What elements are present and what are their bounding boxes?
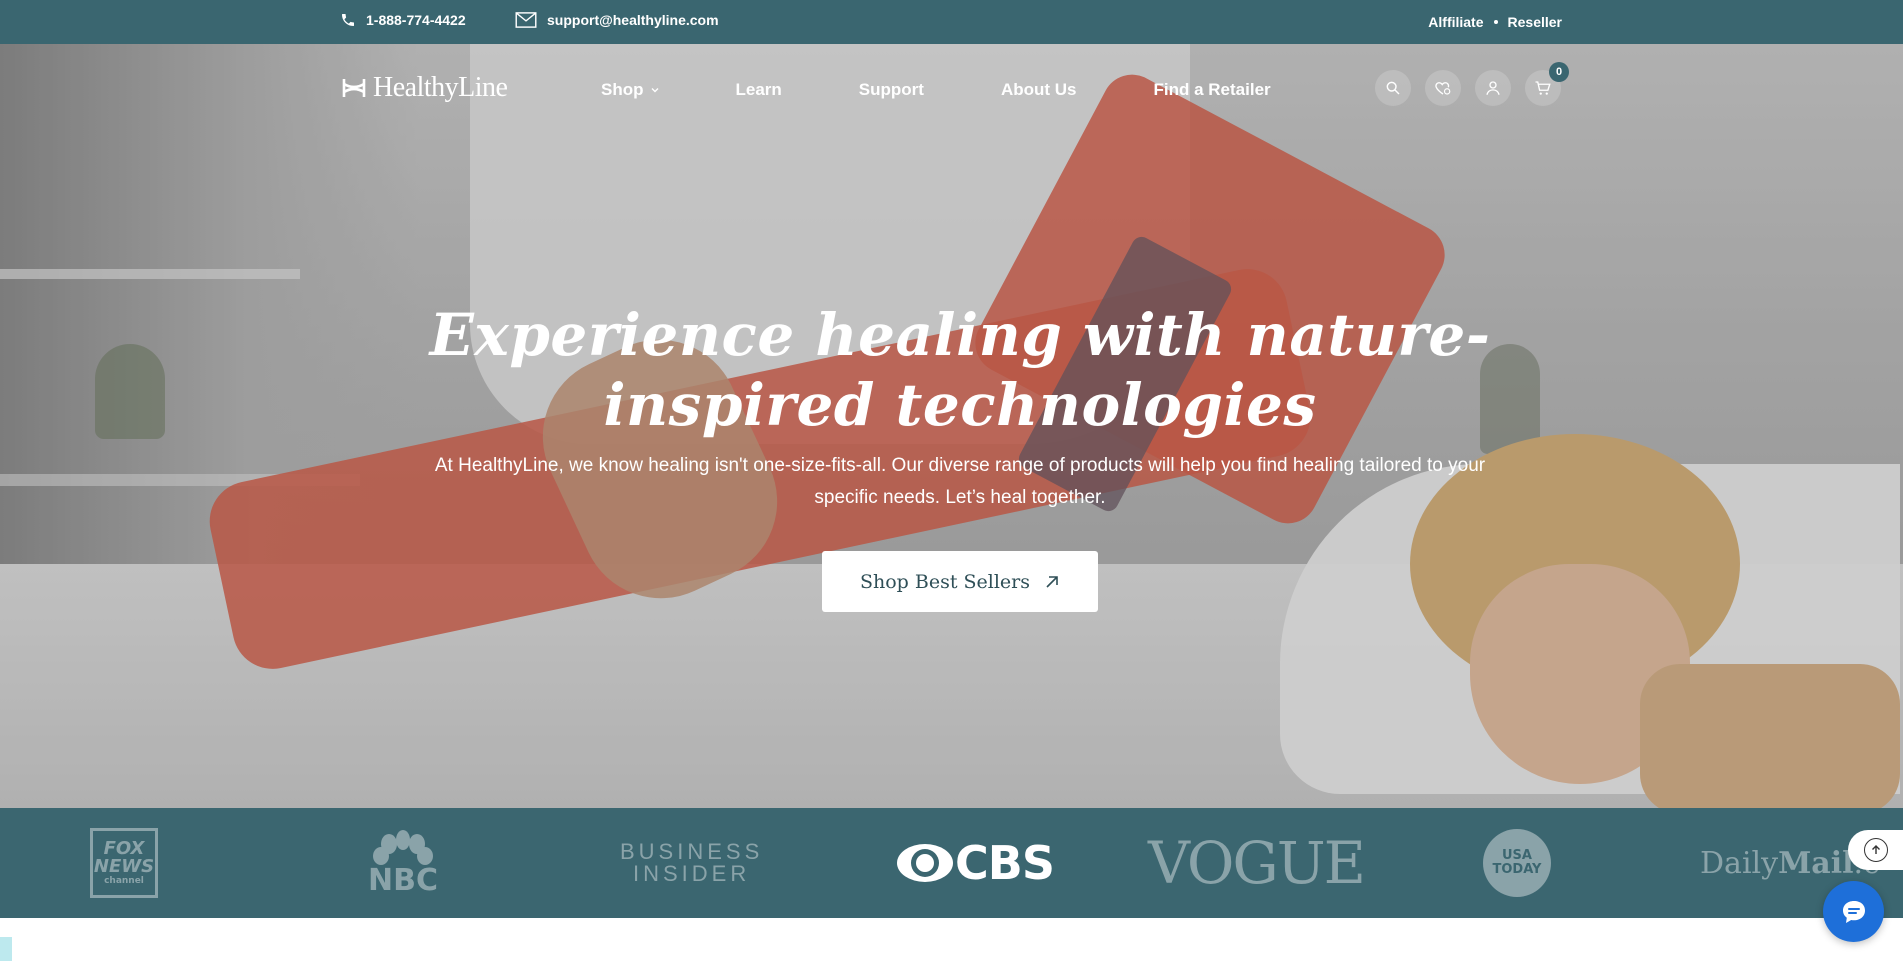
vogue-wordmark: VOGUE <box>1148 829 1366 897</box>
business-insider-line: INSIDER <box>633 861 751 886</box>
mail-icon <box>515 12 537 28</box>
daily-mail-light: Daily <box>1700 845 1779 881</box>
hero-title: Experience healing with nature-inspired … <box>429 301 1491 439</box>
nav-find-retailer[interactable]: Find a Retailer <box>1154 80 1271 100</box>
cbs-logo: CBS <box>895 808 1055 918</box>
cart-icon <box>1535 81 1551 95</box>
primary-menu: Shop Learn Support About Us Find a Retai… <box>601 80 1271 100</box>
usa-today-line: USA <box>1502 848 1532 863</box>
business-insider-logo: BUSINESS INSIDER <box>620 808 763 918</box>
scroll-to-top-button[interactable] <box>1848 830 1903 870</box>
cta-label: Shop Best Sellers <box>859 570 1031 593</box>
nbc-wordmark: NBC <box>368 863 438 898</box>
email-address: support@healthyline.com <box>547 12 719 28</box>
search-icon <box>1386 81 1400 95</box>
account-button[interactable] <box>1475 70 1511 106</box>
heart-icon <box>1435 82 1451 95</box>
peacock-icon <box>373 830 433 865</box>
partner-links: Alffiliate Reseller <box>1428 14 1562 30</box>
nbc-logo: NBC <box>368 808 438 918</box>
cart-button[interactable]: 0 <box>1525 62 1569 106</box>
phone-icon <box>342 14 354 26</box>
chevron-down-icon <box>651 88 658 93</box>
nav-shop-label: Shop <box>601 80 644 99</box>
brand-name: HealthyLine <box>373 72 508 103</box>
cbs-eye-icon <box>897 844 953 882</box>
nav-shop[interactable]: Shop <box>601 80 660 100</box>
affiliate-link[interactable]: Alffiliate <box>1428 14 1483 30</box>
search-button[interactable] <box>1375 70 1411 106</box>
email-link[interactable]: support@healthyline.com <box>515 12 719 28</box>
header-actions: 0 <box>1375 62 1569 106</box>
fox-news-logo: FOX NEWS channel <box>90 808 160 918</box>
healthyline-logo-icon <box>342 79 366 97</box>
nav-about-us[interactable]: About Us <box>1001 80 1077 100</box>
nav-support[interactable]: Support <box>859 80 924 100</box>
usa-today-line: TODAY <box>1492 862 1542 877</box>
cbs-wordmark: CBS <box>955 836 1055 890</box>
hero-subtitle: At HealthyLine, we know healing isn't on… <box>434 455 1486 508</box>
main-header: HealthyLine Shop Learn Support About Us … <box>0 44 1903 136</box>
press-logos-bar: FOX NEWS channel NBC BUSINESS INSIDER CB… <box>0 808 1903 918</box>
usa-today-logo: USA TODAY <box>1483 808 1551 918</box>
vogue-logo: VOGUE <box>1148 808 1366 918</box>
chat-bubble-icon <box>1842 900 1865 923</box>
top-utility-bar: 1-888-774-4422 support@healthyline.com A… <box>0 0 1903 44</box>
nav-learn[interactable]: Learn <box>736 80 782 100</box>
fox-news-logo-line: NEWS <box>93 856 155 877</box>
site-logo[interactable]: HealthyLine <box>341 72 508 104</box>
business-insider-line: BUSINESS <box>620 839 764 864</box>
phone-number: 1-888-774-4422 <box>366 12 466 28</box>
phone-link[interactable]: 1-888-774-4422 <box>340 12 466 28</box>
side-tab[interactable] <box>0 937 12 961</box>
arrow-up-icon <box>1871 845 1880 854</box>
daily-mail-bold: Mail <box>1778 845 1854 881</box>
cart-count-badge: 0 <box>1549 62 1569 82</box>
reseller-link[interactable]: Reseller <box>1508 14 1562 30</box>
user-icon <box>1486 81 1500 95</box>
shop-best-sellers-button[interactable]: Shop Best Sellers <box>822 551 1098 612</box>
chat-widget-button[interactable] <box>1823 881 1884 942</box>
arrow-up-right-icon <box>1046 575 1058 588</box>
fox-news-logo-line: channel <box>104 876 144 886</box>
separator-dot <box>1493 20 1498 24</box>
wishlist-button[interactable] <box>1425 70 1461 106</box>
